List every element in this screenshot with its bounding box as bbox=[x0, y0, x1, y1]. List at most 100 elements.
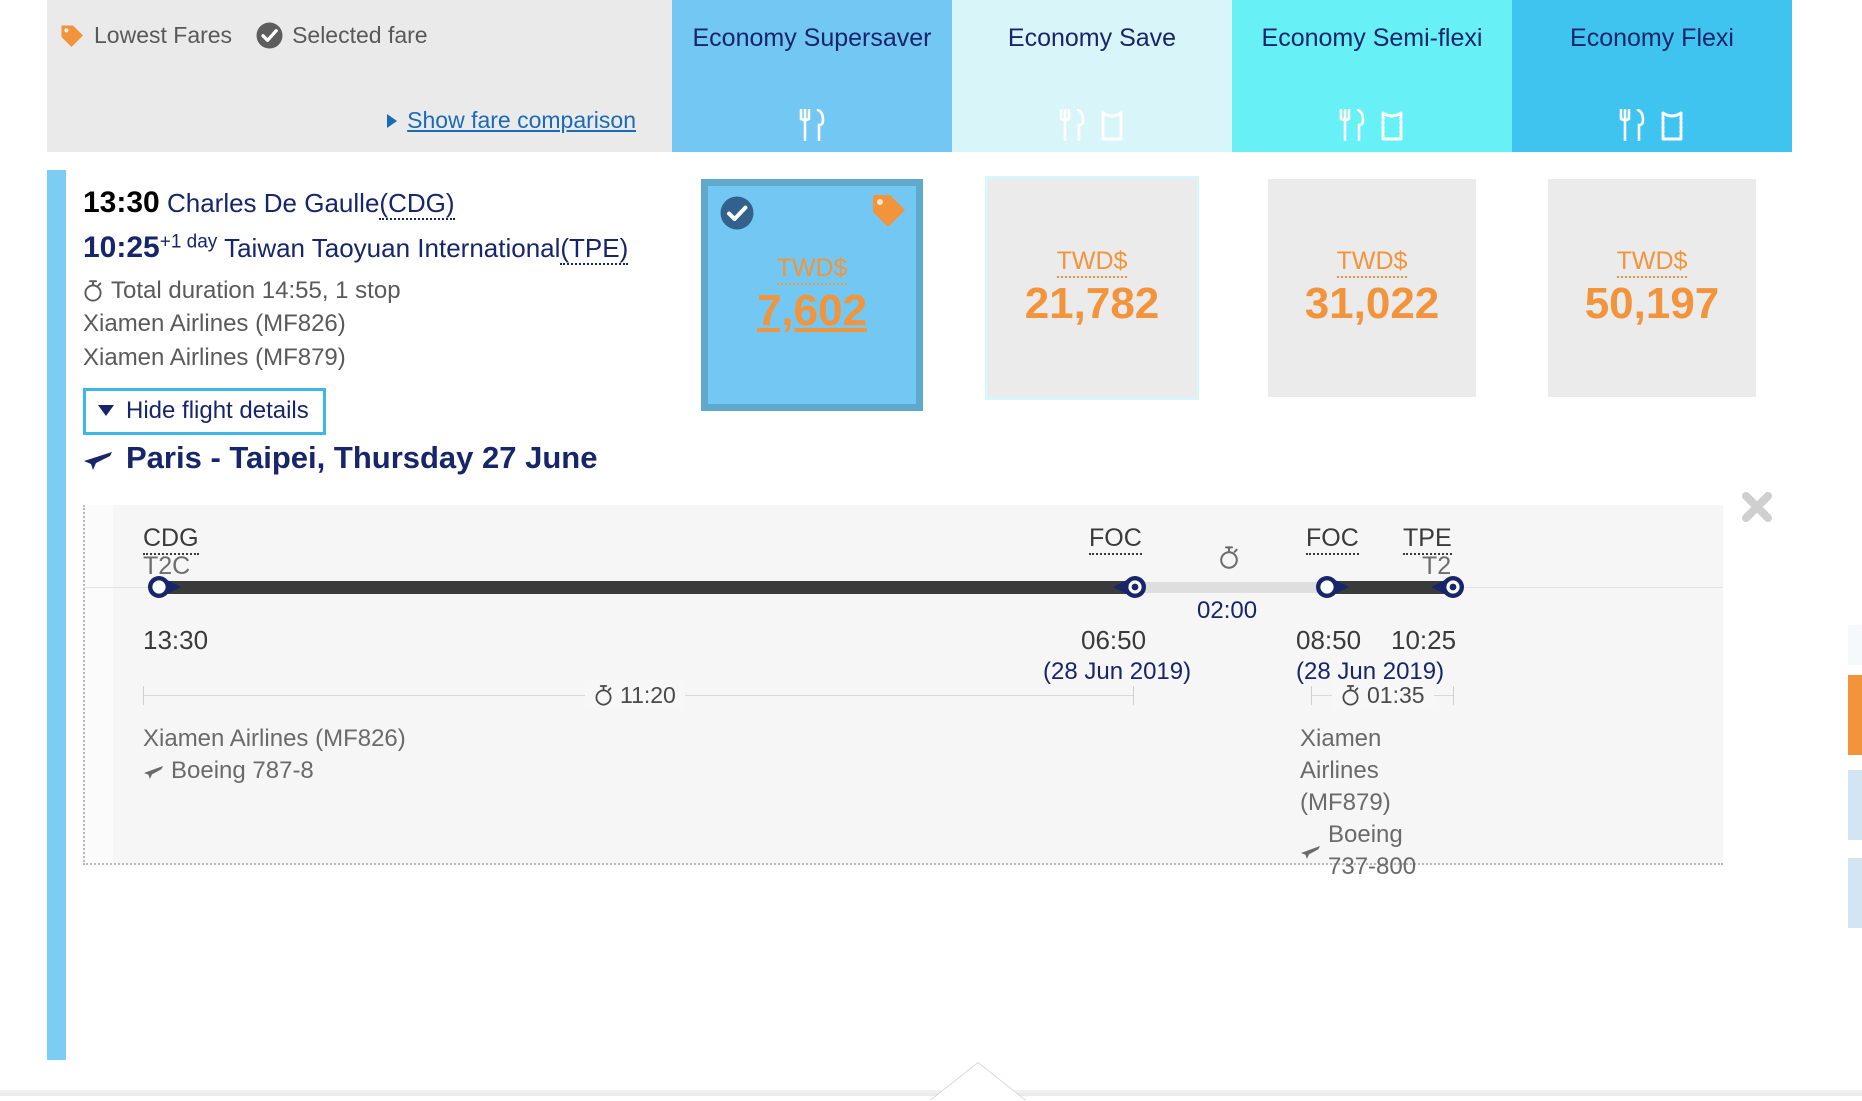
total-duration-line: Total duration 14:55, 1 stop bbox=[83, 275, 683, 307]
timeline-layover-duration: 02:00 bbox=[1197, 597, 1258, 624]
chevron-right-icon bbox=[387, 113, 398, 128]
timeline-code-foc-arrival: FOC bbox=[1089, 524, 1142, 555]
timeline-time-foc-arrival: 06:50 bbox=[1081, 625, 1147, 655]
departure-line: 13:30 Charles De Gaulle(CDG) bbox=[83, 184, 683, 222]
legend-selected-fare: Selected fare bbox=[256, 22, 428, 49]
fare-column-title: Economy Flexi bbox=[1570, 24, 1734, 52]
segment-1-aircraft-label: Boeing 787-8 bbox=[171, 756, 314, 784]
chevron-down-icon bbox=[98, 405, 114, 417]
meal-icon bbox=[1059, 109, 1085, 141]
timeline-date-foc-arrival: (28 Jun 2019) bbox=[1043, 658, 1192, 685]
departure-code: (CDG) bbox=[379, 188, 455, 220]
price-card-economy-flexi[interactable]: TWD$ 50,197 bbox=[1548, 179, 1756, 397]
fare-column-title: Economy Save bbox=[1007, 24, 1177, 52]
price-value: 21,782 bbox=[1024, 279, 1160, 329]
price-card-economy-semi-flexi[interactable]: TWD$ 31,022 bbox=[1268, 179, 1476, 397]
expand-caret-icon[interactable] bbox=[930, 1063, 1026, 1101]
show-fare-comparison-link[interactable]: Show fare comparison bbox=[387, 107, 636, 134]
timeline-code-tpe: TPE bbox=[1403, 524, 1452, 555]
row-accent-bar bbox=[47, 170, 66, 1060]
segment-1-duration-chip: 11:20 bbox=[585, 680, 685, 710]
details-route-label: Paris - Taipei, Thursday 27 June bbox=[126, 440, 598, 475]
timeline-node-foc-departure bbox=[1311, 569, 1351, 605]
fare-column-title: Economy Supersaver bbox=[692, 24, 932, 52]
hide-flight-details-button[interactable]: Hide flight details bbox=[83, 387, 326, 435]
segment-2-aircraft-label: Boeing 737-800 bbox=[1328, 820, 1417, 880]
fare-column-amenities bbox=[672, 107, 952, 141]
stopwatch-icon bbox=[594, 684, 613, 706]
price-currency: TWD$ bbox=[1616, 247, 1688, 279]
price-cell: TWD$ 21,782 bbox=[952, 176, 1232, 411]
fare-header-bar: Lowest Fares Selected fare Show fare com… bbox=[47, 0, 1792, 152]
price-cell: TWD$ 31,022 bbox=[1232, 179, 1512, 411]
timeline-segment-1-bar bbox=[161, 581, 1131, 594]
legend-selected-fare-label: Selected fare bbox=[292, 22, 428, 48]
segment-1-info: Xiamen Airlines (MF826) Boeing 787-8 bbox=[143, 723, 406, 789]
timeline-code-cdg: CDG bbox=[143, 524, 199, 555]
details-route-title: Paris - Taipei, Thursday 27 June bbox=[83, 440, 1723, 476]
price-cell: TWD$ 7,602 bbox=[672, 179, 952, 411]
price-currency: TWD$ bbox=[1056, 247, 1128, 279]
segment-1-duration-cap-left bbox=[143, 686, 144, 705]
segment-2-aircraft: Boeing 737-800 bbox=[1300, 819, 1450, 883]
flight-summary: 13:30 Charles De Gaulle(CDG) 10:25+1 day… bbox=[83, 184, 683, 435]
timeline-time-cdg: 13:30 bbox=[143, 625, 209, 655]
legend-row: Lowest Fares Selected fare bbox=[47, 0, 672, 49]
timeline-terminal-tpe: T2 bbox=[1422, 552, 1452, 580]
arrival-airport: Taiwan Taoyuan International bbox=[224, 233, 561, 264]
hide-flight-details-label: Hide flight details bbox=[126, 396, 309, 424]
fare-column-economy-semi-flexi[interactable]: Economy Semi-flexi bbox=[1232, 0, 1512, 152]
lowest-fare-tag-icon bbox=[870, 192, 908, 230]
segment-2-duration-cap-left bbox=[1311, 686, 1312, 705]
price-card-economy-save[interactable]: TWD$ 21,782 bbox=[985, 176, 1199, 400]
price-card-group: TWD$ 7,602 TWD$ 21,782 TWD$ 31,022 TWD$ … bbox=[672, 176, 1792, 411]
segment-2-duration-cap-right bbox=[1453, 686, 1454, 705]
timeline-time-tpe: 10:25 bbox=[1391, 625, 1457, 655]
timeline-terminal-cdg: T2C bbox=[143, 552, 191, 580]
price-tag-icon bbox=[59, 23, 85, 49]
edge-strip-orange[interactable] bbox=[1848, 675, 1862, 755]
fare-column-economy-supersaver[interactable]: Economy Supersaver bbox=[672, 0, 952, 152]
fare-column-economy-save[interactable]: Economy Save bbox=[952, 0, 1232, 152]
departure-airport: Charles De Gaulle bbox=[166, 188, 380, 218]
edge-strip-blue-1[interactable] bbox=[1848, 770, 1862, 840]
segment-1-airline: Xiamen Airlines (MF826) bbox=[143, 725, 406, 752]
legend-lowest-fares: Lowest Fares bbox=[59, 22, 232, 49]
segment-1-aircraft: Boeing 787-8 bbox=[143, 755, 314, 787]
fare-column-amenities bbox=[1512, 107, 1792, 141]
timeline-code-foc-departure: FOC bbox=[1306, 524, 1359, 555]
airplane-icon bbox=[143, 762, 164, 780]
meal-icon bbox=[1339, 109, 1365, 141]
departure-time: 13:30 bbox=[83, 186, 160, 219]
carrier-line-2: Xiamen Airlines (MF879) bbox=[83, 344, 346, 372]
stopwatch-icon bbox=[83, 279, 103, 302]
edge-strip-blue-2[interactable] bbox=[1848, 858, 1862, 928]
close-details-button[interactable] bbox=[1740, 490, 1774, 524]
flight-timeline: CDG T2C 13:30 FOC 06:50 (28 Jun 2019) 02… bbox=[83, 505, 1723, 880]
segment-2-info: Xiamen Airlines (MF879) Boeing 737-800 bbox=[1300, 723, 1450, 883]
legend-lowest-fares-label: Lowest Fares bbox=[94, 22, 233, 48]
segment-1-duration-cap-right bbox=[1133, 686, 1134, 705]
meal-icon bbox=[1619, 109, 1645, 141]
timeline-node-foc-arrival bbox=[1111, 569, 1151, 605]
show-fare-comparison-label: Show fare comparison bbox=[407, 107, 636, 133]
selected-check-icon bbox=[720, 196, 754, 230]
arrival-time: 10:25 bbox=[83, 231, 160, 265]
price-value: 31,022 bbox=[1304, 279, 1440, 329]
arrival-line: 10:25+1 day Taiwan Taoyuan International… bbox=[83, 229, 683, 267]
price-currency: TWD$ bbox=[776, 254, 848, 286]
seat-icon bbox=[1379, 111, 1405, 141]
fare-column-economy-flexi[interactable]: Economy Flexi bbox=[1512, 0, 1792, 152]
arrival-plus-day: +1 day bbox=[159, 231, 218, 253]
timeline-time-foc-departure: 08:50 bbox=[1296, 625, 1362, 655]
layover-stopwatch-icon bbox=[1218, 545, 1240, 569]
segment-1-duration-label: 11:20 bbox=[620, 681, 676, 708]
price-cell: TWD$ 50,197 bbox=[1512, 179, 1792, 411]
price-card-economy-supersaver[interactable]: TWD$ 7,602 bbox=[701, 179, 923, 411]
flight-details-panel: Paris - Taipei, Thursday 27 June CDG T2C… bbox=[83, 440, 1723, 880]
edge-strip-pale bbox=[1848, 625, 1862, 665]
segment-2-airline: Xiamen Airlines (MF879) bbox=[1300, 725, 1391, 816]
meal-icon bbox=[799, 109, 825, 141]
airplane-icon bbox=[1300, 842, 1321, 860]
fare-column-title: Economy Semi-flexi bbox=[1261, 24, 1483, 52]
